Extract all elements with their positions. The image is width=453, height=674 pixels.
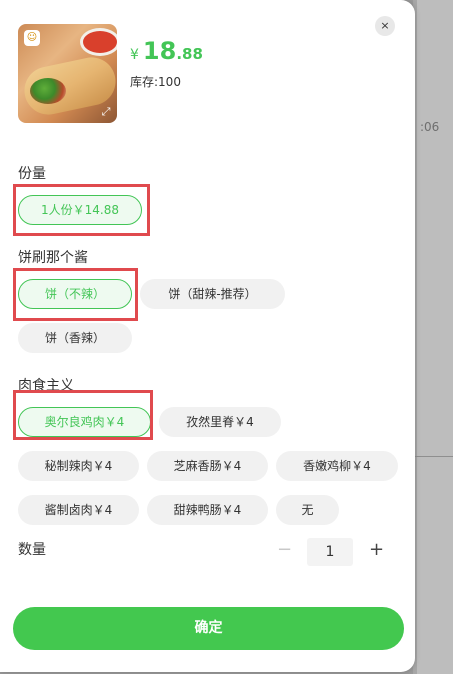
quantity-input[interactable]: 1 (307, 538, 353, 566)
plus-icon[interactable]: + (369, 541, 384, 559)
close-icon[interactable]: × (375, 16, 395, 36)
option-meat-4[interactable]: 芝麻香肠￥4 (147, 451, 268, 481)
option-sauce-3[interactable]: 饼（香辣） (18, 323, 132, 353)
highlight-box (13, 268, 138, 321)
quantity-label: 数量 (18, 542, 46, 558)
expand-icon[interactable]: ⤢ (99, 105, 113, 119)
product-options-sheet: ☺ ⤢ ¥ 18 .88 库存:100 × 份量 1人份￥14.88 饼刷那个酱… (0, 0, 415, 672)
product-price: ¥ 18 .88 (130, 37, 203, 65)
option-meat-2[interactable]: 孜然里脊￥4 (159, 407, 281, 437)
option-meat-8[interactable]: 无 (276, 495, 339, 525)
background-timestamp: :06 (420, 120, 440, 134)
option-meat-3[interactable]: 秘制辣肉￥4 (18, 451, 139, 481)
stock-label: 库存:100 (130, 75, 181, 89)
highlight-box (13, 184, 150, 236)
price-decimal: .88 (176, 45, 203, 63)
group-title-sauce: 饼刷那个酱 (18, 250, 88, 266)
background-page (413, 0, 453, 674)
sauce-bowl-graphic (80, 28, 117, 56)
option-sauce-2[interactable]: 饼（甜辣-推荐） (140, 279, 285, 309)
highlight-box (13, 390, 153, 440)
product-image[interactable]: ☺ ⤢ (18, 24, 117, 123)
price-currency: ¥ (130, 47, 139, 63)
background-divider (413, 456, 453, 457)
group-title-portion: 份量 (18, 166, 46, 182)
option-meat-6[interactable]: 酱制卤肉￥4 (18, 495, 139, 525)
minus-icon[interactable]: − (277, 541, 292, 559)
filling-graphic (30, 78, 66, 104)
price-integer: 18 (142, 37, 177, 65)
brand-logo-icon: ☺ (24, 30, 40, 46)
option-meat-7[interactable]: 甜辣鸭肠￥4 (147, 495, 268, 525)
background-panel (417, 0, 453, 674)
option-meat-5[interactable]: 香嫩鸡柳￥4 (276, 451, 398, 481)
confirm-button[interactable]: 确定 (13, 607, 404, 650)
